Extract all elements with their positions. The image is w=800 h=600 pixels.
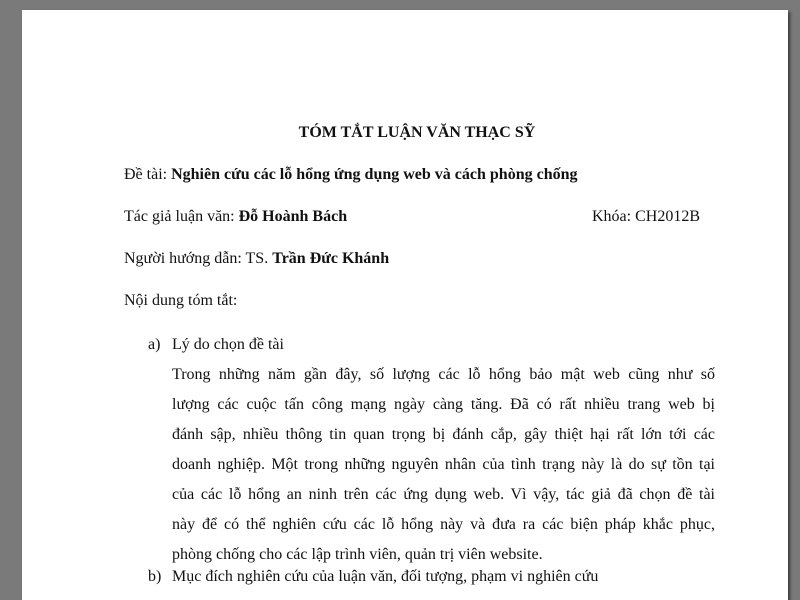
summary-heading: Nội dung tóm tắt: (124, 292, 238, 309)
paragraph-line: này để có thể nghiên cứu các lỗ hổng này… (172, 516, 715, 533)
topic-value: Nghiên cứu các lỗ hổng ứng dụng web và c… (171, 166, 578, 183)
paragraph-line: đánh sập, nhiều thông tin quan trọng bị … (172, 426, 715, 443)
section-b-marker: b) (148, 568, 162, 585)
course-value: CH2012B (635, 208, 701, 225)
supervisor-label: Người hướng dẫn: TS. (124, 250, 273, 267)
section-a-marker: a) (148, 336, 161, 353)
paragraph-line: của các lỗ hổng an ninh trên các ứng dụn… (172, 486, 715, 503)
topic-label: Đề tài: (124, 166, 172, 183)
supervisor-value: Trần Đức Khánh (272, 250, 390, 267)
paragraph-line: Trong những năm gần đây, số lượng các lỗ… (172, 366, 715, 383)
paragraph-line: doanh nghiệp. Một trong những nguyên nhâ… (172, 456, 715, 473)
document-viewer: TÓM TẮT LUẬN VĂN THẠC SỸ Đề tài: Nghiên … (0, 0, 800, 600)
topic-line: Đề tài: Nghiên cứu các lỗ hổng ứng dụng … (124, 166, 577, 184)
document-page: TÓM TẮT LUẬN VĂN THẠC SỸ Đề tài: Nghiên … (22, 10, 788, 600)
paragraph-line: phòng chống cho các lập trình viên, quản… (172, 546, 543, 563)
author-label: Tác giả luận văn: (124, 208, 239, 225)
section-a-heading: Lý do chọn đề tài (172, 336, 284, 353)
course-label: Khóa: (592, 208, 636, 225)
section-a-paragraph: Trong những năm gần đây, số lượng các lỗ… (172, 360, 715, 570)
document-title: TÓM TẮT LUẬN VĂN THẠC SỸ (298, 124, 536, 141)
course-line: Khóa: CH2012B (592, 208, 700, 226)
paragraph-line: lượng các cuộc tấn công mạng ngày càng t… (172, 396, 715, 413)
section-b-heading: Mục đích nghiên cứu của luận văn, đối tư… (172, 568, 599, 585)
author-value: Đỗ Hoành Bách (238, 208, 348, 225)
author-line: Tác giả luận văn: Đỗ Hoành Bách (124, 208, 347, 226)
supervisor-line: Người hướng dẫn: TS. Trần Đức Khánh (124, 250, 389, 268)
